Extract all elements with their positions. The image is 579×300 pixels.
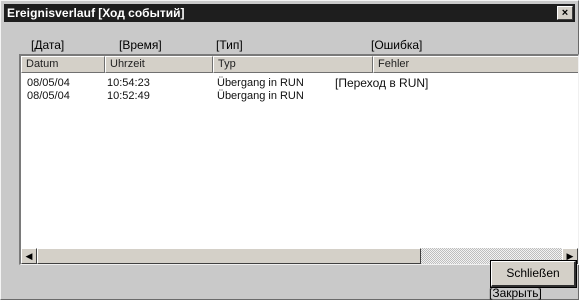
close-button-label: Schließen — [506, 266, 560, 280]
table-row[interactable]: 08/05/04 10:52:49 Übergang in RUN — [21, 90, 578, 103]
table-row[interactable]: 08/05/04 10:54:23 Übergang in RUN [Перех… — [21, 77, 578, 90]
scrollbar-thumb[interactable] — [37, 248, 421, 264]
chevron-left-icon: ◀ — [25, 251, 33, 261]
annotation-date: [Дата] — [31, 38, 65, 52]
annotation-type: [Тип] — [216, 38, 243, 52]
chevron-right-icon: ▶ — [566, 251, 574, 261]
annotation-close: [Закрыть] — [489, 286, 542, 300]
event-list[interactable]: Datum Uhrzeit Typ Fehler 08/05/04 10:54:… — [19, 54, 579, 265]
column-header-date[interactable]: Datum — [21, 56, 105, 73]
close-icon: × — [561, 7, 569, 19]
cell-time: 10:54:23 — [107, 77, 150, 89]
close-button[interactable]: Schließen — [490, 260, 577, 288]
column-header-row: Datum Uhrzeit Typ Fehler — [21, 56, 578, 73]
column-header-error[interactable]: Fehler — [373, 56, 578, 73]
annotation-row-type: [Переход в RUN] — [335, 76, 429, 90]
cell-type: Übergang in RUN — [217, 90, 304, 102]
title-bar[interactable]: Ereignisverlauf [Ход событий] × — [4, 4, 575, 22]
cell-time: 10:52:49 — [107, 90, 150, 102]
cell-date: 08/05/04 — [27, 77, 70, 89]
cell-type: Übergang in RUN — [217, 77, 304, 89]
window-title-translation: [Ход событий] — [98, 6, 185, 20]
annotation-time: [Время] — [119, 38, 162, 52]
column-header-time[interactable]: Uhrzeit — [105, 56, 213, 73]
column-header-type[interactable]: Typ — [213, 56, 373, 73]
annotation-error: [Ошибка] — [371, 38, 423, 52]
scroll-left-button[interactable]: ◀ — [21, 248, 37, 264]
event-history-dialog: Ereignisverlauf [Ход событий] × [Дата] [В… — [0, 0, 579, 300]
window-title: Ereignisverlauf — [7, 6, 96, 20]
window-close-button[interactable]: × — [557, 6, 573, 20]
cell-date: 08/05/04 — [27, 90, 70, 102]
